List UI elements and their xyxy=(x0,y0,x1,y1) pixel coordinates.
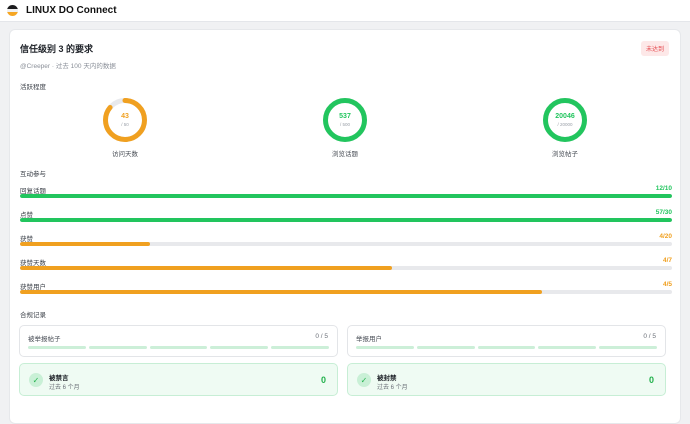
bar-count: 4/20 xyxy=(659,233,672,240)
check-icon: ✓ xyxy=(357,373,371,387)
status-period: 过去 6 个月 xyxy=(377,385,408,391)
report-label: 被举报帖子 xyxy=(28,336,61,343)
progress-track xyxy=(20,266,672,270)
bar-count: 4/5 xyxy=(662,281,672,288)
progress-fill xyxy=(20,194,672,198)
progress-track xyxy=(20,194,672,198)
status-count: 0 xyxy=(320,375,326,385)
ring-max: / 20000 xyxy=(557,122,573,127)
silenced-status-card: ✓ 被禁言 过去 6 个月 0 xyxy=(19,363,338,396)
reported-users-card: 举报用户 0 / 5 xyxy=(347,325,666,357)
ring-chart xyxy=(323,98,367,142)
ring-chart xyxy=(103,98,147,142)
progress-track xyxy=(20,290,672,294)
ring-value: 20046 xyxy=(555,113,575,120)
ring-visit-days: 43 / 50 xyxy=(102,97,148,143)
status-period: 过去 6 个月 xyxy=(49,385,80,391)
report-count: 0 / 5 xyxy=(643,333,656,340)
interaction-section-label: 互动参与 xyxy=(20,171,46,178)
ring-label-visit-days: 访问天数 xyxy=(112,151,138,158)
ring-posts-read: 20046 / 20000 xyxy=(542,97,588,143)
ring-progress-arc xyxy=(543,98,587,142)
app-title: LINUX DO Connect xyxy=(26,5,117,16)
suspended-status-card: ✓ 被封禁 过去 6 个月 0 xyxy=(347,363,666,396)
report-segments xyxy=(28,346,329,349)
progress-fill xyxy=(20,218,672,222)
ring-max: / 50 xyxy=(121,122,129,127)
ring-progress-arc xyxy=(103,98,147,142)
progress-track xyxy=(20,218,672,222)
bar-liked-users: 获赞用户 4/5 xyxy=(20,281,672,301)
progress-fill xyxy=(20,242,151,246)
progress-track xyxy=(20,242,672,246)
activity-section-label: 活跃程度 xyxy=(20,84,46,91)
bar-reply-topics: 回复话题 12/10 xyxy=(20,185,672,205)
status-badge: 未达到 xyxy=(640,41,669,56)
status-title: 被禁言 xyxy=(49,375,69,382)
progress-fill xyxy=(20,290,542,294)
report-label: 举报用户 xyxy=(356,336,382,343)
ring-progress-arc xyxy=(323,98,367,142)
logo-band-bottom xyxy=(7,12,18,16)
bar-likes-given: 点赞 57/30 xyxy=(20,209,672,229)
ring-value: 43 xyxy=(121,113,129,120)
report-count: 0 / 5 xyxy=(315,333,328,340)
status-title: 被封禁 xyxy=(377,375,397,382)
ring-max: / 500 xyxy=(339,122,350,127)
app-header: LINUX DO Connect xyxy=(0,0,690,22)
ring-label-posts-read: 浏览帖子 xyxy=(552,151,578,158)
ring-label-topics-viewed: 浏览话题 xyxy=(332,151,358,158)
trust-level-card: 信任级别 3 的要求 未达到 @Creeper · 过去 100 天内的数据 活… xyxy=(9,29,681,424)
bar-count: 57/30 xyxy=(655,209,672,216)
bar-count: 4/7 xyxy=(662,257,672,264)
progress-fill xyxy=(20,266,393,270)
bar-liked-days: 获赞天数 4/7 xyxy=(20,257,672,277)
ring-topics-viewed: 537 / 500 xyxy=(322,97,368,143)
ring-value: 537 xyxy=(339,113,351,120)
ring-chart xyxy=(543,98,587,142)
report-segments xyxy=(356,346,657,349)
linux-do-logo-icon xyxy=(7,5,18,16)
bar-count: 12/10 xyxy=(655,185,672,192)
page-title: 信任级别 3 的要求 xyxy=(20,44,94,54)
compliance-section-label: 合规记录 xyxy=(20,312,46,319)
status-count: 0 xyxy=(648,375,654,385)
bar-likes-received: 获赞 4/20 xyxy=(20,233,672,253)
page-subtitle: @Creeper · 过去 100 天内的数据 xyxy=(20,63,116,70)
reported-posts-card: 被举报帖子 0 / 5 xyxy=(19,325,338,357)
check-icon: ✓ xyxy=(29,373,43,387)
